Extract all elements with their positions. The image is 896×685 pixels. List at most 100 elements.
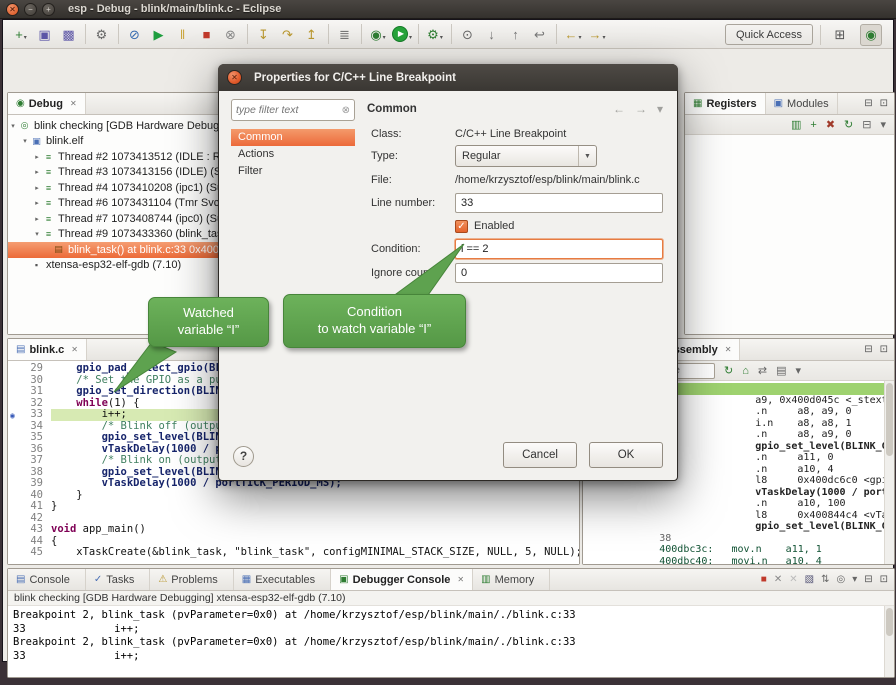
back-icon[interactable]: ←▾ [562, 23, 584, 45]
remove-register-group-icon[interactable]: ✖ [826, 118, 835, 131]
restore-register-groups-icon[interactable]: ↻ [844, 118, 853, 131]
suspend-icon[interactable]: ‖ [172, 23, 194, 45]
editor-ruler[interactable] [8, 421, 21, 433]
back-icon[interactable]: ← [613, 102, 625, 116]
tab-blink-c[interactable]: ▤ blink.c ✕ [8, 339, 87, 360]
tab-disassembly-close-icon[interactable]: ✕ [725, 345, 732, 354]
tree-twisty-icon[interactable]: ▾ [32, 230, 42, 238]
debug-tree-item[interactable]: ▤ blink_task() at blink.c:33 0x400db [8, 242, 221, 258]
minimize-icon[interactable]: ⊟ [864, 574, 872, 585]
editor-ruler[interactable] [8, 490, 21, 502]
window-titlebar[interactable]: ✕ − + esp - Debug - blink/main/blink.c -… [0, 0, 896, 19]
next-annotation-icon[interactable]: ↓ [481, 23, 503, 45]
tab-executables[interactable]: ▦ Executables [234, 569, 331, 590]
tree-twisty-icon[interactable]: ▾ [20, 137, 30, 145]
editor-ruler[interactable] [8, 513, 21, 525]
maximize-view-icon[interactable]: ⊡ [880, 98, 888, 109]
maximize-icon[interactable]: ⊡ [880, 574, 888, 585]
dialog-filter-input[interactable] [236, 104, 342, 116]
external-tools-icon[interactable]: ⚙▾ [424, 23, 446, 45]
display-selected-console-icon[interactable]: ▾ [852, 574, 857, 585]
remove-launch-icon[interactable]: ✕ [774, 574, 782, 585]
remove-all-launches-icon[interactable]: ✕ [789, 574, 797, 585]
tree-twisty-icon[interactable]: ▸ [32, 199, 42, 207]
collapse-all-icon[interactable]: ⊟ [862, 118, 871, 131]
terminate-icon[interactable]: ■ [761, 574, 767, 585]
forward-icon[interactable]: →▾ [586, 23, 608, 45]
disconnect-icon[interactable]: ⊗ [220, 23, 242, 45]
terminate-icon[interactable]: ■ [196, 23, 218, 45]
dialog-close-icon[interactable]: ✕ [227, 70, 242, 85]
editor-ruler[interactable] [8, 386, 21, 398]
editor-ruler[interactable] [8, 409, 21, 421]
dialog-nav-actions[interactable]: Actions [231, 146, 355, 163]
code-line[interactable]: 43 void app_main() [8, 524, 579, 536]
disasm-view-menu-icon[interactable]: ▾ [796, 364, 802, 377]
tree-twisty-icon[interactable]: ▸ [32, 215, 42, 223]
debug-perspective-icon[interactable]: ◉ [860, 24, 882, 46]
tab-console[interactable]: ▤ Console [8, 569, 86, 590]
editor-ruler[interactable] [8, 501, 21, 513]
debug-tree-item[interactable]: ▾ ≡ Thread #9 1073433360 (blink_task [8, 227, 221, 243]
tree-twisty-icon[interactable]: ▸ [32, 168, 42, 176]
quick-access-button[interactable]: Quick Access [725, 24, 813, 45]
code-line[interactable]: 41 } [8, 501, 579, 513]
editor-ruler[interactable] [8, 524, 21, 536]
debug-tree-item[interactable]: ▸ ≡ Thread #2 1073413512 (IDLE : Runn [8, 149, 221, 165]
tab-problems[interactable]: ⚠ Problems [150, 569, 233, 590]
show-source-icon[interactable]: ▤ [776, 364, 786, 377]
console-output[interactable]: Breakpoint 2, blink_task (pvParameter=0x… [8, 606, 884, 677]
step-over-icon[interactable]: ↷ [277, 23, 299, 45]
type-select[interactable]: Regular ▼ [455, 145, 597, 167]
tab-debug-close-icon[interactable]: ✕ [70, 99, 77, 108]
debug-tree-item[interactable]: ▸ ≡ Thread #7 1073408744 (ipc0) (Susp [8, 211, 221, 227]
add-register-group-icon[interactable]: + [810, 119, 816, 131]
tab-blink-c-close-icon[interactable]: ✕ [71, 345, 78, 354]
tab-registers[interactable]: ▦ Registers [685, 93, 766, 114]
maximize-view-icon[interactable]: ⊡ [880, 344, 888, 355]
console-scrollbar[interactable] [884, 606, 894, 677]
view-menu-icon[interactable]: ▾ [880, 118, 886, 131]
debug-tree-item[interactable]: ▸ ≡ Thread #4 1073410208 (ipc1) (Susp [8, 180, 221, 196]
prev-annotation-icon[interactable]: ↑ [505, 23, 527, 45]
search-icon[interactable]: ⊙ [457, 23, 479, 45]
forward-icon[interactable]: → [635, 102, 647, 116]
sync-context-icon[interactable]: ⇄ [758, 364, 767, 377]
pin-console-icon[interactable]: ◎ [836, 574, 845, 585]
debug-tree-item[interactable]: ▾ ◎ blink checking [GDB Hardware Debug [8, 118, 221, 134]
tab-modules[interactable]: ▣ Modules [766, 93, 838, 114]
tree-twisty-icon[interactable]: ▾ [8, 122, 18, 130]
minimize-view-icon[interactable]: ⊟ [864, 344, 872, 355]
clear-console-icon[interactable]: ▧ [805, 574, 814, 585]
window-close-icon[interactable]: ✕ [6, 3, 19, 16]
scrollbar-thumb[interactable] [886, 608, 893, 636]
filter-clear-icon[interactable]: ⊗ [342, 105, 350, 116]
debug-tree-item[interactable]: ▪ xtensa-esp32-elf-gdb (7.10) [8, 258, 221, 274]
save-icon[interactable]: ▣ [34, 23, 56, 45]
editor-ruler[interactable] [8, 455, 21, 467]
step-into-icon[interactable]: ↧ [253, 23, 275, 45]
tree-twisty-icon[interactable]: ▸ [32, 184, 42, 192]
open-perspective-icon[interactable]: ⊞ [829, 24, 851, 46]
tab-tasks[interactable]: ✓ Tasks [86, 569, 151, 590]
editor-ruler[interactable] [8, 375, 21, 387]
instruction-stepping-icon[interactable]: ≣ [334, 23, 356, 45]
enabled-checkbox[interactable]: ✓ [455, 220, 468, 233]
view-menu-icon[interactable]: ▾ [657, 102, 663, 116]
debug-tree-item[interactable]: ▸ ≡ Thread #3 1073413156 (IDLE) (Susp [8, 165, 221, 181]
editor-ruler[interactable] [8, 478, 21, 490]
editor-ruler[interactable] [8, 432, 21, 444]
code-line[interactable]: 40 } [8, 490, 579, 502]
run-icon[interactable]: ▶▾ [391, 23, 413, 45]
tab-debug[interactable]: ◉ Debug ✕ [8, 93, 86, 114]
tab-memory[interactable]: ▥ Memory [473, 569, 550, 590]
console-tab-close-icon[interactable]: ✕ [457, 575, 464, 584]
ok-button[interactable]: OK [589, 442, 663, 468]
last-edit-icon[interactable]: ↩ [529, 23, 551, 45]
window-maximize-icon[interactable]: + [42, 3, 55, 16]
window-minimize-icon[interactable]: − [24, 3, 37, 16]
editor-ruler[interactable] [8, 547, 21, 559]
dialog-nav-common[interactable]: Common [231, 129, 355, 146]
minimize-view-icon[interactable]: ⊟ [864, 98, 872, 109]
editor-ruler[interactable] [8, 398, 21, 410]
